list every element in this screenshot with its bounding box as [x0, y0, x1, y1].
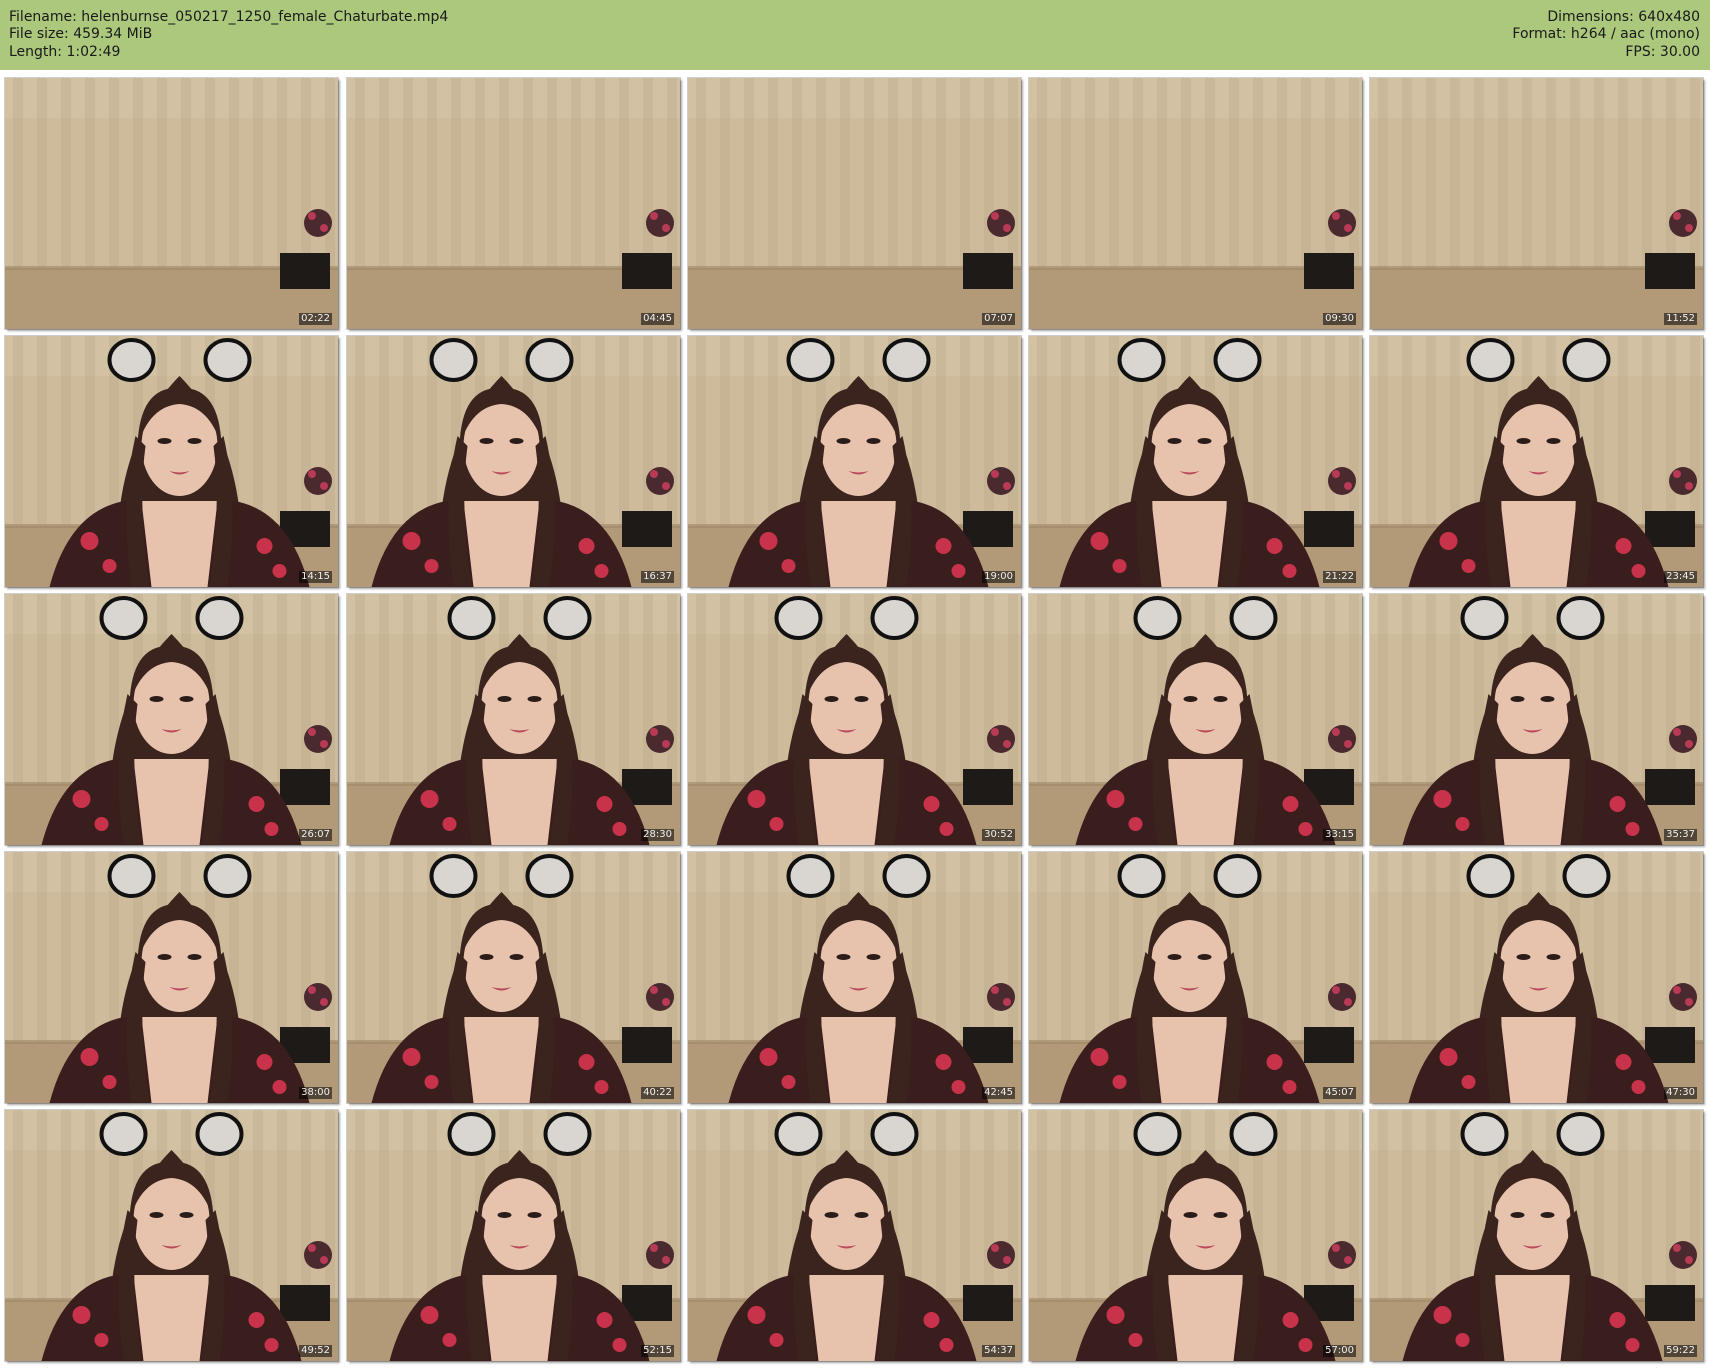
video-thumbnail: 45:07	[1029, 852, 1362, 1103]
video-thumbnail: 23:45	[1370, 336, 1703, 587]
thumbnail-timestamp: 02:22	[299, 313, 332, 325]
video-thumbnail: 35:37	[1370, 594, 1703, 845]
thumbnail-timestamp: 14:15	[299, 571, 332, 583]
frame-image-person	[1370, 852, 1703, 1103]
thumbnail-timestamp: 19:00	[982, 571, 1015, 583]
filename-text: Filename: helenburnse_050217_1250_female…	[9, 9, 449, 25]
thumbnail-timestamp: 11:52	[1664, 313, 1697, 325]
frame-image-person	[347, 852, 680, 1103]
video-thumbnail: 09:30	[1029, 78, 1362, 329]
dimensions-text: Dimensions: 640x480	[1547, 9, 1700, 25]
video-thumbnail: 49:52	[5, 1110, 338, 1361]
thumbnail-timestamp: 49:52	[299, 1345, 332, 1357]
frame-image-person	[5, 594, 338, 845]
length-text: Length: 1:02:49	[9, 43, 121, 60]
frame-image-empty-room	[347, 78, 680, 329]
video-thumbnail: 02:22	[5, 78, 338, 329]
frame-image-empty-room	[1029, 78, 1362, 329]
thumbnail-timestamp: 04:45	[641, 313, 674, 325]
thumbnail-timestamp: 35:37	[1664, 829, 1697, 841]
thumbnail-timestamp: 59:22	[1664, 1345, 1697, 1357]
filesize-text: File size: 459.34 MiB	[9, 26, 153, 43]
frame-image-person	[347, 336, 680, 587]
frame-image-person	[1029, 594, 1362, 845]
video-thumbnail: 11:52	[1370, 78, 1703, 329]
frame-image-person	[347, 1110, 680, 1361]
video-thumbnail: 07:07	[688, 78, 1021, 329]
video-thumbnail: 38:00	[5, 852, 338, 1103]
thumbnail-timestamp: 23:45	[1664, 571, 1697, 583]
frame-image-person	[1370, 336, 1703, 587]
video-thumbnail: 28:30	[347, 594, 680, 845]
frame-image-empty-room	[5, 78, 338, 329]
video-thumbnail: 47:30	[1370, 852, 1703, 1103]
frame-image-person	[688, 1110, 1021, 1361]
thumbnail-timestamp: 42:45	[982, 1087, 1015, 1099]
video-thumbnail: 21:22	[1029, 336, 1362, 587]
video-thumbnail: 04:45	[347, 78, 680, 329]
video-thumbnail: 30:52	[688, 594, 1021, 845]
file-info-right: Dimensions: 640x480 Format: h264 / aac (…	[1512, 9, 1700, 61]
thumbnail-timestamp: 28:30	[641, 829, 674, 841]
thumbnail-timestamp: 21:22	[1323, 571, 1356, 583]
thumbnail-timestamp: 52:15	[641, 1345, 674, 1357]
frame-image-person	[1029, 852, 1362, 1103]
thumbnail-timestamp: 07:07	[982, 313, 1015, 325]
video-thumbnail: 59:22	[1370, 1110, 1703, 1361]
frame-image-person	[5, 336, 338, 587]
video-thumbnail: 33:15	[1029, 594, 1362, 845]
video-thumbnail: 57:00	[1029, 1110, 1362, 1361]
frame-image-empty-room	[688, 78, 1021, 329]
thumbnail-timestamp: 54:37	[982, 1345, 1015, 1357]
video-thumbnail: 54:37	[688, 1110, 1021, 1361]
frame-image-person	[5, 852, 338, 1103]
video-thumbnail: 19:00	[688, 336, 1021, 587]
video-thumbnail: 42:45	[688, 852, 1021, 1103]
thumbnail-timestamp: 47:30	[1664, 1087, 1697, 1099]
frame-image-person	[1029, 1110, 1362, 1361]
frame-image-person	[1029, 336, 1362, 587]
frame-image-person	[5, 1110, 338, 1361]
thumbnail-timestamp: 30:52	[982, 829, 1015, 841]
video-thumbnail: 14:15	[5, 336, 338, 587]
video-thumbnail: 40:22	[347, 852, 680, 1103]
thumbnail-timestamp: 16:37	[641, 571, 674, 583]
frame-image-empty-room	[1370, 78, 1703, 329]
format-text: Format: h264 / aac (mono)	[1512, 26, 1700, 43]
thumbnail-timestamp: 38:00	[299, 1087, 332, 1099]
thumbnail-grid: 02:22 04:45 07:07 09:30 11:52 14:15 16:37 19:00…	[0, 78, 1710, 1370]
thumbnail-timestamp: 45:07	[1323, 1087, 1356, 1099]
thumbnail-timestamp: 33:15	[1323, 829, 1356, 841]
info-header: Filename: helenburnse_050217_1250_female…	[0, 0, 1710, 70]
frame-image-person	[688, 594, 1021, 845]
thumbnail-timestamp: 09:30	[1323, 313, 1356, 325]
thumbnail-timestamp: 57:00	[1323, 1345, 1356, 1357]
thumbnail-timestamp: 40:22	[641, 1087, 674, 1099]
frame-image-person	[347, 594, 680, 845]
video-thumbnail: 16:37	[347, 336, 680, 587]
fps-text: FPS: 30.00	[1625, 43, 1700, 60]
frame-image-person	[1370, 594, 1703, 845]
file-info-left: Filename: helenburnse_050217_1250_female…	[9, 9, 448, 61]
thumbnail-timestamp: 26:07	[299, 829, 332, 841]
video-thumbnail: 26:07	[5, 594, 338, 845]
frame-image-person	[1370, 1110, 1703, 1361]
frame-image-person	[688, 852, 1021, 1103]
video-thumbnail: 52:15	[347, 1110, 680, 1361]
frame-image-person	[688, 336, 1021, 587]
